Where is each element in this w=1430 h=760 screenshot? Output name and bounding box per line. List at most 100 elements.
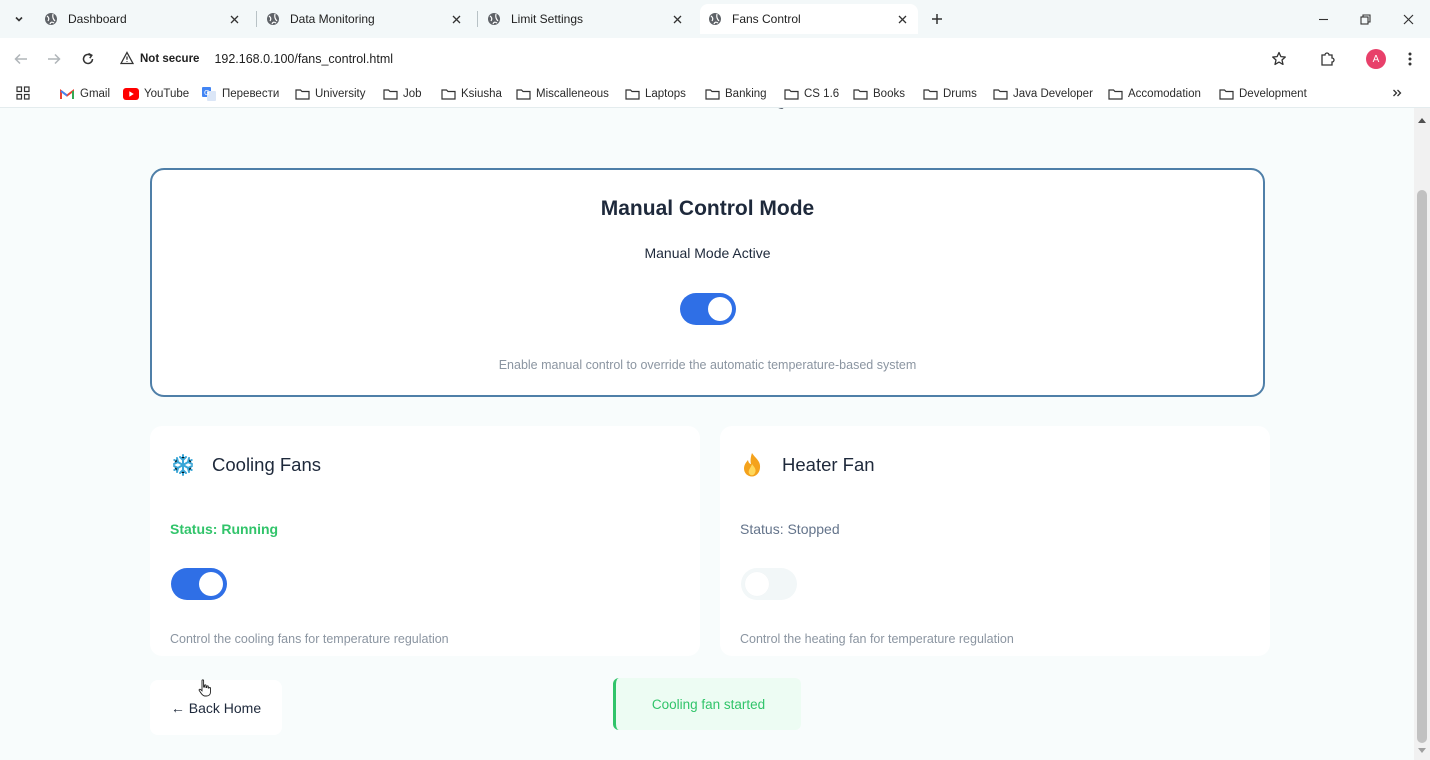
toggle-knob xyxy=(708,297,732,321)
bookmark-label: Java Developer xyxy=(1013,88,1093,100)
bookmark-label: Job xyxy=(403,88,422,100)
profile-avatar[interactable]: A xyxy=(1366,49,1386,69)
folder-icon xyxy=(1218,87,1234,101)
folder-icon xyxy=(783,87,799,101)
forward-arrow-icon[interactable] xyxy=(43,48,65,70)
scroll-thumb[interactable] xyxy=(1417,190,1427,743)
heater-fan-header: Heater Fan xyxy=(740,452,875,478)
tab-title: Dashboard xyxy=(68,12,127,26)
security-label[interactable]: Not secure xyxy=(140,53,199,65)
back-home-button[interactable]: ← Back Home xyxy=(150,680,282,735)
manual-mode-toggle[interactable] xyxy=(680,293,736,325)
tab-title: Fans Control xyxy=(732,12,801,26)
tab-title: Limit Settings xyxy=(511,12,584,26)
bookmark-drums[interactable]: Drums xyxy=(922,86,977,102)
close-icon[interactable] xyxy=(894,11,910,27)
svg-text:G: G xyxy=(204,89,209,97)
bookmark-label: Books xyxy=(873,88,905,100)
heater-fan-toggle[interactable] xyxy=(741,568,797,600)
tab-limit-settings[interactable]: Limit Settings xyxy=(479,4,693,34)
page-content: Manual Control Mode Manual Mode Active E… xyxy=(0,108,1414,760)
notification-toast: Cooling fan started xyxy=(613,678,801,730)
bookmark-star-icon[interactable] xyxy=(1268,48,1290,70)
globe-icon xyxy=(266,12,280,26)
folder-icon xyxy=(294,87,310,101)
bookmark-label: Accomodation xyxy=(1128,88,1201,100)
tab-title: Data Monitoring xyxy=(290,12,375,26)
bookmark-miscalleneous[interactable]: Miscalleneous xyxy=(515,86,609,102)
hand-cursor-icon xyxy=(198,679,212,697)
tab-strip: Dashboard Data Monitoring Limit Settings… xyxy=(0,0,1430,38)
bookmark-label: Gmail xyxy=(80,88,111,100)
bookmark-banking[interactable]: Banking xyxy=(704,86,767,102)
bookmark-label: Miscalleneous xyxy=(536,88,609,100)
bookmark-laptops[interactable]: Laptops xyxy=(624,86,686,102)
close-icon[interactable] xyxy=(669,11,685,27)
manual-control-description: Enable manual control to override the au… xyxy=(498,358,917,372)
tab-fans-control[interactable]: Fans Control xyxy=(700,4,918,34)
heater-fan-card: Heater Fan Status: Stopped Control the h… xyxy=(720,426,1270,656)
bookmark-youtube[interactable]: YouTube xyxy=(123,86,189,102)
tab-dashboard[interactable]: Dashboard xyxy=(36,4,250,34)
tab-divider xyxy=(256,11,257,27)
heater-fan-status: Status: Stopped xyxy=(740,521,840,537)
globe-icon xyxy=(487,12,501,26)
folder-icon xyxy=(515,87,531,101)
scroll-down-arrow-icon[interactable] xyxy=(1418,748,1426,753)
bookmark-gmail[interactable]: Gmail xyxy=(59,86,110,102)
page-scrollbar[interactable] xyxy=(1414,108,1430,760)
cooling-fans-title: Cooling Fans xyxy=(212,454,322,475)
close-icon[interactable] xyxy=(448,11,464,27)
page-heading-fragment xyxy=(770,108,786,118)
folder-icon xyxy=(852,87,868,101)
close-window-icon[interactable] xyxy=(1397,8,1419,30)
translate-icon: G xyxy=(201,87,217,101)
scroll-up-arrow-icon[interactable] xyxy=(1418,118,1426,123)
minimize-icon[interactable] xyxy=(1312,8,1334,30)
cooling-fans-header: Cooling Fans xyxy=(170,452,321,478)
url-text[interactable]: 192.168.0.100/fans_control.html xyxy=(214,52,393,66)
bookmark-accomodation[interactable]: Accomodation xyxy=(1107,86,1201,102)
new-tab-plus-icon[interactable] xyxy=(926,8,948,30)
extensions-puzzle-icon[interactable] xyxy=(1316,48,1338,70)
heater-fan-description: Control the heating fan for temperature … xyxy=(740,632,1014,646)
bookmark-label: Banking xyxy=(725,88,767,100)
kebab-menu-icon[interactable] xyxy=(1399,48,1421,70)
restore-icon[interactable] xyxy=(1354,8,1376,30)
bookmark-translate[interactable]: G Перевести xyxy=(201,86,279,102)
folder-icon xyxy=(440,87,456,101)
manual-control-card: Manual Control Mode Manual Mode Active E… xyxy=(150,168,1265,397)
browser-toolbar: Not secure 192.168.0.100/fans_control.ht… xyxy=(0,38,1430,80)
tab-data-monitoring[interactable]: Data Monitoring xyxy=(258,4,472,34)
apps-grid-icon[interactable] xyxy=(15,85,33,103)
folder-icon xyxy=(1107,87,1123,101)
warning-triangle-icon[interactable] xyxy=(120,51,136,67)
bookmark-books[interactable]: Books xyxy=(852,86,905,102)
bookmark-label: Перевести xyxy=(222,88,280,100)
toggle-knob xyxy=(199,572,223,596)
double-chevron-right-icon[interactable] xyxy=(1388,84,1406,102)
bookmark-label: University xyxy=(315,88,366,100)
snowflake-icon xyxy=(170,452,200,478)
bookmark-job[interactable]: Job xyxy=(382,86,422,102)
tab-search-chevron-icon[interactable] xyxy=(8,8,30,30)
folder-icon xyxy=(922,87,938,101)
close-icon[interactable] xyxy=(226,11,242,27)
bookmark-development[interactable]: Development xyxy=(1218,86,1307,102)
bookmark-university[interactable]: University xyxy=(294,86,365,102)
bookmark-ksiusha[interactable]: Ksiusha xyxy=(440,86,502,102)
cooling-fans-toggle[interactable] xyxy=(171,568,227,600)
back-arrow-icon[interactable] xyxy=(10,48,32,70)
bookmark-java-developer[interactable]: Java Developer xyxy=(992,86,1093,102)
flame-icon xyxy=(740,452,770,478)
gmail-icon xyxy=(59,87,75,101)
globe-icon xyxy=(44,12,58,26)
folder-icon xyxy=(624,87,640,101)
heater-fan-title: Heater Fan xyxy=(782,454,875,475)
address-bar[interactable]: Not secure 192.168.0.100/fans_control.ht… xyxy=(112,43,1252,75)
cooling-fans-card: Cooling Fans Status: Running Control the… xyxy=(150,426,700,656)
manual-mode-status: Manual Mode Active xyxy=(644,245,771,261)
bookmark-cs16[interactable]: CS 1.6 xyxy=(783,86,839,102)
cooling-fans-status: Status: Running xyxy=(170,521,279,537)
reload-icon[interactable] xyxy=(77,48,99,70)
